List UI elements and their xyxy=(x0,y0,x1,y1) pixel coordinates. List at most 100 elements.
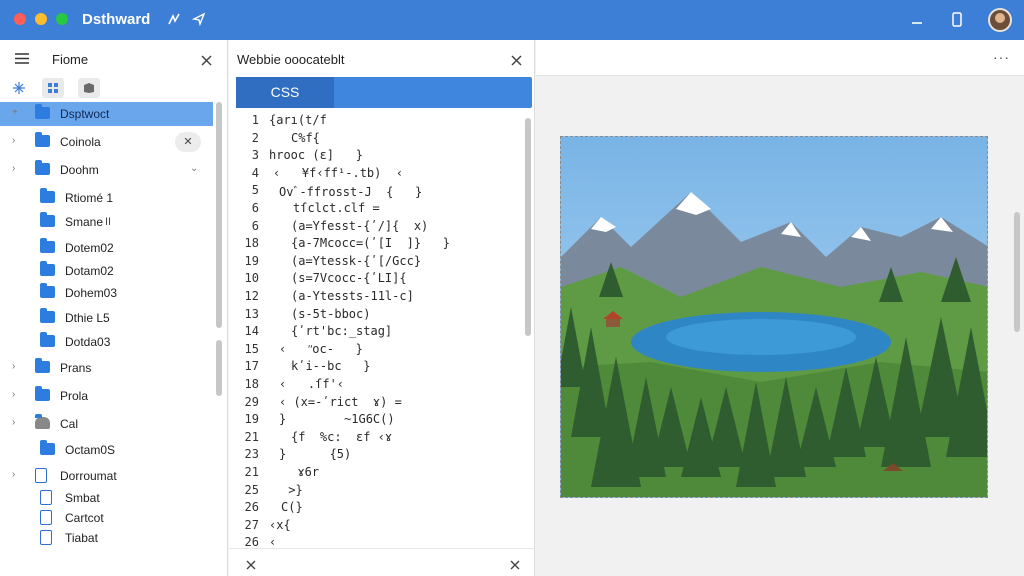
hamburger-menu-icon[interactable] xyxy=(14,52,30,70)
user-avatar[interactable] xyxy=(988,8,1012,32)
code-line[interactable]: >} xyxy=(281,483,302,497)
remove-badge[interactable]: ✕ xyxy=(175,132,201,152)
phone-icon[interactable] xyxy=(950,12,964,31)
sidebar-item-label: Doohm xyxy=(60,163,99,177)
minimize-icon[interactable] xyxy=(910,12,924,29)
preview-scrollbar[interactable] xyxy=(1014,212,1020,332)
folder-icon xyxy=(35,160,50,175)
line-number: 21 xyxy=(244,429,259,444)
code-line[interactable]: C(} xyxy=(281,500,303,514)
code-line[interactable]: ɤ6r xyxy=(283,465,319,479)
signal-icon[interactable] xyxy=(167,12,181,29)
sidebar-item[interactable]: Dotda03 xyxy=(0,330,213,354)
sidebar-item-label: Coinola xyxy=(60,135,101,149)
sidebar-item[interactable]: Smane II xyxy=(0,210,213,234)
code-line[interactable]: hrooc (ɛ] } xyxy=(269,148,363,162)
code-line[interactable]: (a-Ytessts-11l-c] xyxy=(291,289,414,303)
code-line[interactable]: ‹ .ſf'‹ xyxy=(279,377,344,391)
chevron-right-icon[interactable]: › xyxy=(12,469,15,480)
code-line[interactable]: ‹ ¥f‹ff¹-.tb) ‹ xyxy=(273,166,403,180)
folder-icon xyxy=(40,283,55,298)
line-number: 13 xyxy=(244,306,259,321)
code-area[interactable]: 1 {arı(t/f 2 C%f{3 hrooc (ɛ] } 4 ‹ ¥f‹ff¹-.tb)… xyxy=(229,110,525,549)
sidebar-item[interactable]: Dotem02 xyxy=(0,236,213,260)
code-line[interactable]: {a-7Mcocc=(ʹ[I ]} } xyxy=(291,236,450,250)
sidebar-item[interactable]: › Coinola ✕ xyxy=(0,130,213,154)
chevron-right-icon[interactable]: › xyxy=(12,389,15,400)
sidebar-scrollbar[interactable] xyxy=(216,102,222,328)
folder-icon xyxy=(40,440,55,455)
sidebar-item[interactable]: › Doohm ⌄ xyxy=(0,158,213,182)
chevron-right-icon[interactable]: › xyxy=(12,135,15,146)
more-options-icon[interactable]: ··· xyxy=(993,49,1010,65)
minimize-window-button[interactable] xyxy=(35,13,47,25)
close-footer-right-icon[interactable] xyxy=(510,557,520,575)
sidebar-scrollbar-thumb[interactable] xyxy=(216,340,222,396)
code-line[interactable]: C%f{ xyxy=(291,131,320,145)
folder-icon xyxy=(40,308,55,323)
sidebar-item[interactable]: › Prans xyxy=(0,356,213,380)
chevron-down-icon[interactable]: ⌄ xyxy=(190,163,198,174)
code-line[interactable]: (a=Ytessk-{ʹ[/Gcc} xyxy=(291,254,421,268)
code-line[interactable]: ‹x{ xyxy=(269,518,291,532)
code-line[interactable]: (s=7Vcocc-{ʹLI]{ xyxy=(291,271,407,285)
item-badge[interactable]: II xyxy=(95,212,121,232)
code-line[interactable]: } ~1G6C() xyxy=(279,412,395,426)
code-line[interactable]: } {5) xyxy=(279,447,351,461)
chevron-right-icon[interactable]: › xyxy=(12,361,15,372)
maximize-window-button[interactable] xyxy=(56,13,68,25)
sidebar-item[interactable]: Dohem03 xyxy=(0,281,213,305)
chevron-right-icon[interactable]: › xyxy=(12,417,15,428)
expand-plus-icon[interactable]: + xyxy=(12,107,18,118)
folder-icon xyxy=(35,386,50,401)
sidebar-item[interactable]: + Dsptwoct xyxy=(0,102,213,126)
chevron-right-icon[interactable]: › xyxy=(12,163,15,174)
sidebar-item-label: Dorroumat xyxy=(60,469,117,483)
code-line[interactable]: ‹ ʺoc- } xyxy=(279,342,363,357)
code-line[interactable]: {ʹrt'bc:_stag] xyxy=(291,324,392,338)
sidebar-item[interactable]: › Prola xyxy=(0,384,213,408)
code-line[interactable]: tſclct.clf = xyxy=(293,201,380,215)
editor-scrollbar[interactable] xyxy=(525,118,531,336)
code-line[interactable]: (a=Yfesst-{ʹ/]{ x) xyxy=(291,219,428,233)
sidebar-item[interactable]: Rtiomé 1 xyxy=(0,186,213,210)
code-editor-panel: Webbie ooocateblt CSS 1 {arı(t/f 2 C%f{3 hro… xyxy=(229,40,535,576)
code-line[interactable]: ‹ (x=-ʹrict ɤ) = xyxy=(279,395,402,409)
file-icon xyxy=(40,510,52,525)
line-number: 27 xyxy=(244,517,259,532)
sidebar-item[interactable]: › Dorroumat xyxy=(0,464,213,488)
tab-css[interactable]: CSS xyxy=(236,77,334,108)
code-line[interactable]: {f %c: ɛf ‹ɤ xyxy=(291,430,392,444)
folder-icon xyxy=(40,332,55,347)
grid-icon[interactable] xyxy=(42,78,64,98)
file-icon xyxy=(35,468,47,483)
sidebar-item-label: Tiabat xyxy=(65,531,98,545)
code-line[interactable]: (s-5t-bboc) xyxy=(291,307,370,321)
code-line[interactable]: {arı(t/f xyxy=(269,113,327,127)
code-line[interactable]: Ovﾞ-ffrosst-J { } xyxy=(279,183,422,200)
line-number: 10 xyxy=(244,271,259,286)
sidebar-item[interactable]: Dthie L5 xyxy=(0,306,213,330)
line-number: 6 xyxy=(251,218,259,233)
title-bar: Dsthward xyxy=(0,0,1024,40)
code-line[interactable]: kʹi--bc } xyxy=(291,359,370,373)
sparkle-icon[interactable] xyxy=(8,78,30,98)
sidebar-item[interactable]: Tiabat xyxy=(0,526,213,550)
line-number: 12 xyxy=(244,289,259,303)
close-icon[interactable] xyxy=(201,53,212,71)
line-number: 1 xyxy=(251,113,259,127)
preview-panel: ··· xyxy=(536,40,1024,576)
sidebar-item-label: Dotam02 xyxy=(65,264,114,278)
close-editor-icon[interactable] xyxy=(511,53,522,71)
folder-icon xyxy=(35,358,50,373)
package-icon[interactable] xyxy=(78,78,100,98)
sidebar-item[interactable]: Dotam02 xyxy=(0,259,213,283)
sidebar-item-label: Prans xyxy=(60,361,92,375)
close-footer-left-icon[interactable] xyxy=(246,557,256,575)
close-window-button[interactable] xyxy=(14,13,26,25)
send-icon[interactable] xyxy=(191,12,206,29)
line-number: 19 xyxy=(244,253,259,268)
sidebar-item[interactable]: Octam0S xyxy=(0,438,213,462)
sidebar-item-label: Prola xyxy=(60,389,89,403)
sidebar-item[interactable]: › Cal xyxy=(0,412,213,436)
